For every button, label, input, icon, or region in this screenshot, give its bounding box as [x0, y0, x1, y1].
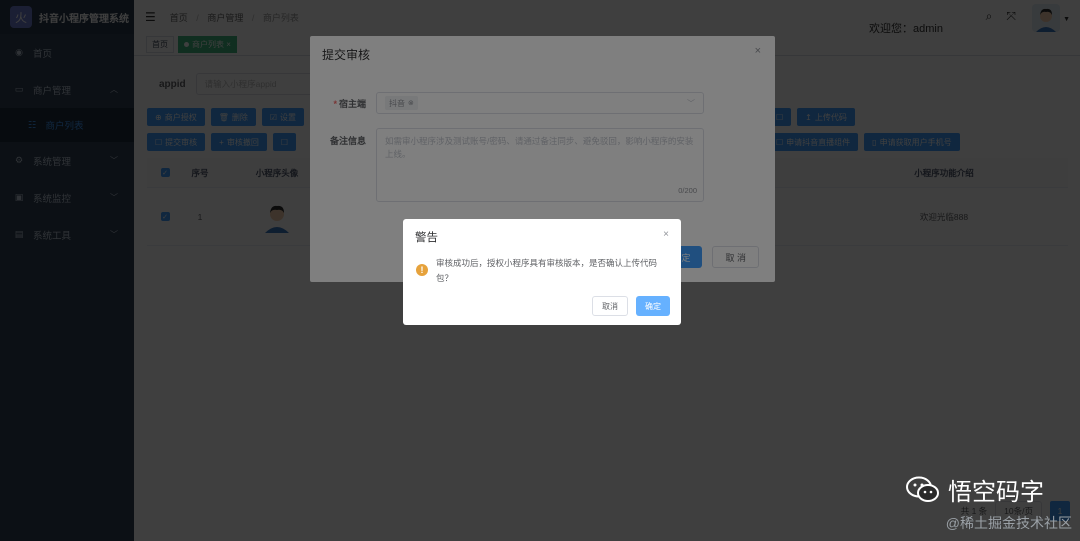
wechat-icon — [906, 476, 939, 502]
watermark-sub: @稀土掘金技术社区 — [945, 515, 1072, 531]
message-title: 警告 — [415, 232, 438, 244]
confirm-button[interactable]: 确定 — [636, 296, 670, 316]
message-text: 审核成功后，授权小程序具有审核版本，是否确认上传代码包？ — [436, 258, 658, 283]
watermark-brand: 悟空码字 — [948, 479, 1044, 506]
watermark: 悟空码字 — [906, 472, 1044, 507]
cancel-button[interactable]: 取消 — [592, 296, 628, 316]
message-footer: 取消 确定 — [592, 296, 670, 316]
warning-message-box: 警告 × ! 审核成功后，授权小程序具有审核版本，是否确认上传代码包？ 取消 确… — [403, 219, 681, 325]
close-icon[interactable]: × — [663, 229, 669, 240]
warning-icon: ! — [416, 264, 428, 276]
